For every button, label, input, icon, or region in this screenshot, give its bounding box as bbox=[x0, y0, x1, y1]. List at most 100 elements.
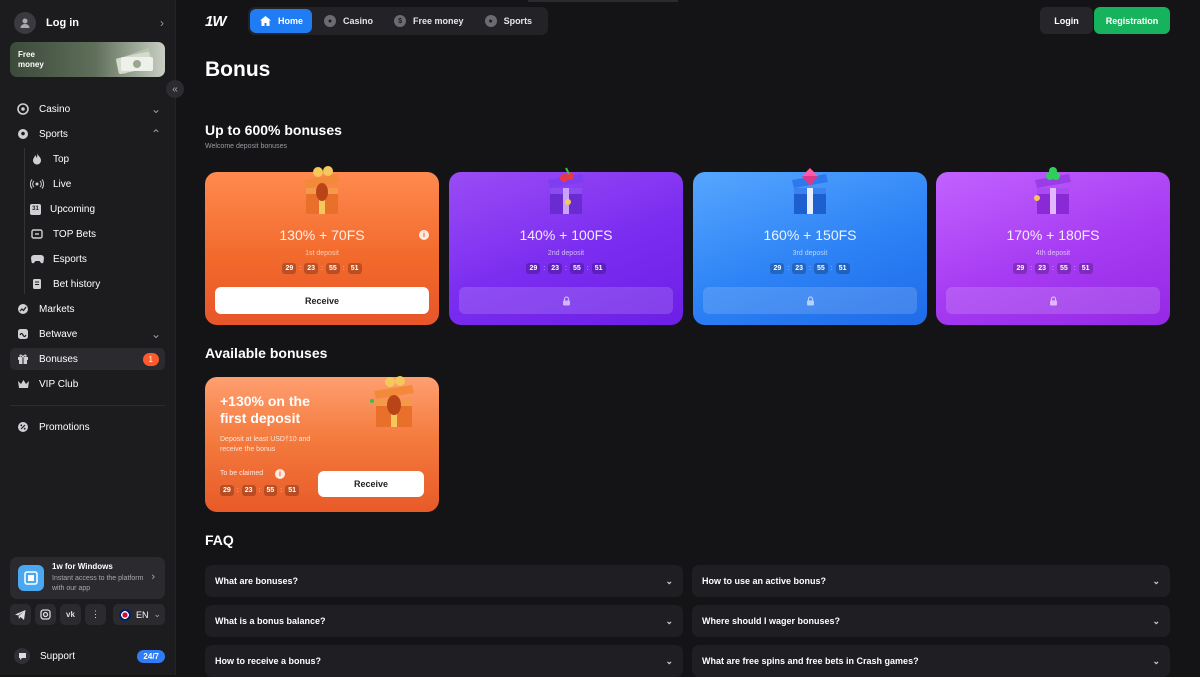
chevron-down-icon: ⌄ bbox=[1152, 615, 1160, 626]
tab-casino[interactable]: ● Casino bbox=[315, 9, 382, 33]
sidebar-item-top[interactable]: Top bbox=[24, 148, 165, 170]
timer-separator: : bbox=[787, 265, 790, 272]
logo[interactable]: 1W bbox=[205, 13, 226, 30]
calendar-icon: 31 bbox=[30, 203, 41, 215]
sidebar-item-bet-history[interactable]: Bet history bbox=[24, 273, 165, 295]
lock-icon bbox=[806, 295, 814, 305]
faq-item[interactable]: How to receive a bonus? ⌄ bbox=[205, 645, 683, 677]
sidebar-item-betwave[interactable]: Betwave ⌄ bbox=[10, 323, 165, 345]
faq-item[interactable]: How to use an active bonus? ⌄ bbox=[692, 565, 1170, 597]
login-row[interactable]: Log in › bbox=[10, 8, 168, 38]
windows-app-card[interactable]: 1w for Windows Instant access to the pla… bbox=[10, 557, 165, 599]
sidebar-item-label: Upcoming bbox=[50, 203, 96, 215]
free-money-banner[interactable]: Free money bbox=[10, 42, 165, 77]
locked-button[interactable] bbox=[703, 287, 917, 314]
vk-icon[interactable]: vk bbox=[60, 604, 81, 625]
sidebar-item-upcoming[interactable]: 31 Upcoming bbox=[24, 198, 165, 220]
support-button[interactable]: Support 24/7 bbox=[10, 645, 165, 667]
betwave-icon bbox=[16, 327, 30, 341]
faq-item[interactable]: What are bonuses? ⌄ bbox=[205, 565, 683, 597]
instagram-icon[interactable] bbox=[35, 604, 56, 625]
sidebar-item-casino[interactable]: Casino ⌄ bbox=[10, 98, 165, 120]
countdown-timer: 29: 23: 55: 51 bbox=[693, 263, 927, 274]
chevron-down-icon: ⌄ bbox=[153, 609, 162, 619]
chat-icon bbox=[14, 648, 30, 664]
tab-label: Free money bbox=[413, 16, 464, 26]
sidebar-divider bbox=[10, 405, 165, 406]
tab-home[interactable]: Home bbox=[250, 9, 313, 33]
countdown-timer: 29: 23: 55: 51 bbox=[220, 485, 300, 496]
bonus-amount: 140% + 100FS bbox=[519, 227, 613, 243]
chevron-right-icon: › bbox=[151, 571, 155, 583]
info-icon[interactable]: i bbox=[275, 469, 285, 479]
welcome-subheading: Welcome deposit bonuses bbox=[205, 143, 287, 150]
sidebar-item-bonuses[interactable]: Bonuses 1 bbox=[10, 348, 165, 370]
esports-icon bbox=[30, 252, 44, 266]
deposit-label: 2nd deposit bbox=[547, 250, 585, 257]
registration-button[interactable]: Registration bbox=[1094, 7, 1170, 34]
faq-question: What are bonuses? bbox=[215, 576, 299, 586]
faq-item[interactable]: Where should I wager bonuses? ⌄ bbox=[692, 605, 1170, 637]
gift-icon bbox=[16, 352, 30, 366]
sidebar-item-esports[interactable]: Esports bbox=[24, 248, 165, 270]
bonus-amount: 130% + 70FS bbox=[279, 227, 365, 243]
gift-box-icon bbox=[304, 166, 340, 214]
sidebar-item-top-bets[interactable]: TOP Bets bbox=[24, 223, 165, 245]
tab-free-money[interactable]: $ Free money bbox=[385, 9, 473, 33]
support-label: Support bbox=[40, 650, 76, 662]
sidebar-item-label: Sports bbox=[39, 128, 68, 140]
crown-icon bbox=[16, 377, 30, 391]
money-bills-icon bbox=[116, 48, 155, 74]
chevron-down-icon: ⌄ bbox=[1152, 655, 1160, 666]
countdown-timer: 29: 23: 55: 51 bbox=[205, 263, 439, 274]
sidebar-item-sports[interactable]: Sports ⌃ bbox=[10, 123, 165, 145]
user-icon bbox=[20, 18, 30, 28]
faq-item[interactable]: What are free spins and free bets in Cra… bbox=[692, 645, 1170, 677]
more-icon[interactable]: ⋮ bbox=[85, 604, 106, 625]
live-icon bbox=[30, 177, 44, 191]
deposit-label: 1st deposit bbox=[305, 250, 339, 257]
telegram-icon[interactable] bbox=[10, 604, 31, 625]
timer-separator: : bbox=[1030, 265, 1033, 272]
locked-button[interactable] bbox=[946, 287, 1160, 314]
lock-icon bbox=[562, 295, 570, 305]
to-be-claimed-label: To be claimed bbox=[220, 470, 264, 477]
dollar-icon: $ bbox=[394, 15, 407, 27]
login-button[interactable]: Login bbox=[1040, 7, 1093, 34]
avatar bbox=[14, 12, 36, 34]
uk-flag-icon bbox=[119, 608, 131, 621]
timer-hours: 23 bbox=[304, 263, 319, 274]
sidebar-item-live[interactable]: Live bbox=[24, 173, 165, 195]
welcome-heading: Up to 600% bonuses bbox=[205, 122, 342, 138]
tab-indicator bbox=[528, 0, 678, 2]
lock-icon bbox=[1049, 295, 1057, 305]
submenu-line bbox=[24, 148, 25, 294]
bonuses-count-badge: 1 bbox=[142, 352, 159, 366]
sidebar-item-markets[interactable]: Markets bbox=[10, 298, 165, 320]
sidebar-item-label: Markets bbox=[39, 303, 75, 315]
timer-separator: : bbox=[809, 265, 811, 272]
sidebar-item-label: Casino bbox=[39, 103, 71, 115]
timer-seconds: 51 bbox=[285, 485, 300, 496]
windows-icon bbox=[18, 565, 44, 591]
sidebar-item-promotions[interactable]: Promotions bbox=[10, 416, 165, 438]
receive-button[interactable]: Receive bbox=[318, 471, 424, 497]
free-money-label: Free money bbox=[18, 50, 44, 69]
bonus-card-2: 140% + 100FS 2nd deposit 29: 23: 55: 51 bbox=[449, 167, 683, 325]
timer-days: 29 bbox=[526, 263, 541, 274]
tab-sports[interactable]: ● Sports bbox=[476, 9, 542, 33]
locked-button[interactable] bbox=[459, 287, 673, 314]
sports-icon bbox=[16, 127, 30, 141]
timer-seconds: 51 bbox=[1078, 263, 1093, 274]
sidebar-item-vip-club[interactable]: VIP Club bbox=[10, 373, 165, 395]
timer-hours: 23 bbox=[548, 263, 563, 274]
deposit-label: 3rd deposit bbox=[792, 250, 828, 257]
faq-item[interactable]: What is a bonus balance? ⌄ bbox=[205, 605, 683, 637]
language-selector[interactable]: EN ⌄ bbox=[113, 604, 165, 625]
timer-separator: : bbox=[342, 265, 345, 272]
info-icon[interactable]: i bbox=[419, 230, 429, 240]
fire-icon bbox=[30, 152, 44, 166]
receive-button[interactable]: Receive bbox=[215, 287, 429, 314]
bonus-amount: 170% + 180FS bbox=[1006, 227, 1100, 243]
tab-label: Casino bbox=[343, 16, 374, 26]
